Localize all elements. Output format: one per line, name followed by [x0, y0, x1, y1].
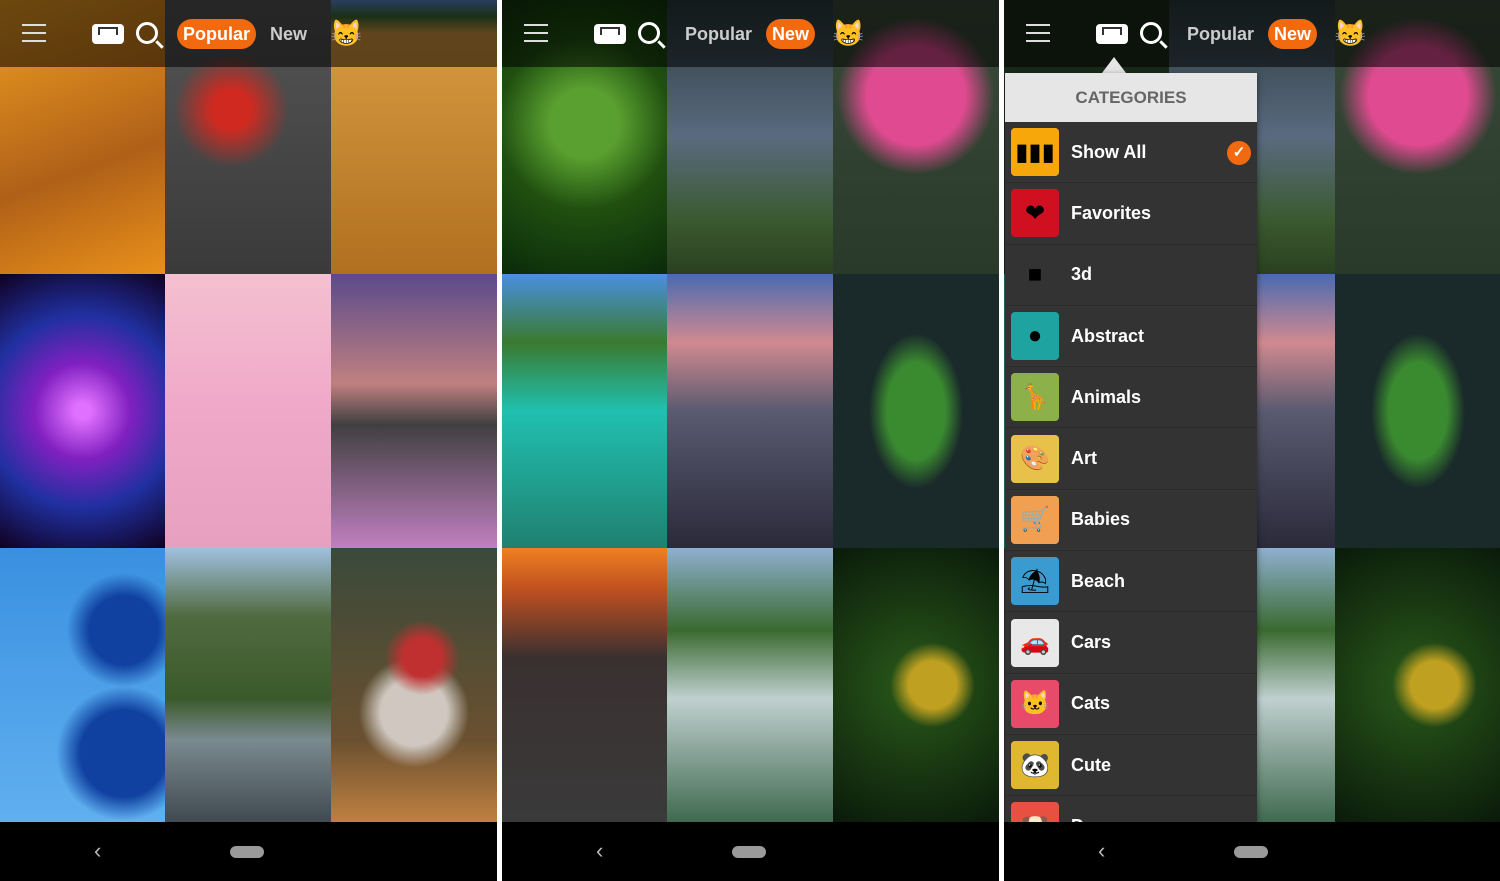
category-label: Favorites — [1071, 202, 1152, 223]
category-thumbnail-icon: 🎨 — [1011, 434, 1059, 483]
wallpaper-fern[interactable] — [833, 274, 999, 548]
system-nav-bar: ‹ — [0, 822, 497, 881]
category-item-beach[interactable]: ⛱ Beach — [1005, 551, 1257, 613]
categories-tray-icon[interactable] — [594, 24, 626, 44]
home-pill[interactable] — [1234, 846, 1268, 858]
search-icon[interactable] — [136, 22, 158, 44]
screen-new: Popular New 😸 ‹ — [502, 0, 999, 881]
category-thumbnail-icon: 🚗 — [1011, 618, 1059, 667]
system-nav-bar: ‹ — [502, 822, 999, 881]
wallpaper-purple-swirl[interactable] — [0, 274, 165, 548]
home-pill[interactable] — [732, 846, 766, 858]
wallpaper-ornaments[interactable] — [0, 548, 165, 822]
categories-tray-icon[interactable] — [92, 24, 124, 44]
wallpaper-city[interactable] — [667, 274, 833, 548]
wallpaper-lagoon[interactable] — [502, 274, 667, 548]
back-icon[interactable]: ‹ — [94, 838, 101, 864]
back-icon[interactable]: ‹ — [596, 838, 603, 864]
back-icon[interactable]: ‹ — [1098, 838, 1105, 864]
wallpaper-grid — [0, 0, 497, 822]
tab-popular[interactable]: Popular — [177, 19, 257, 49]
category-item-cars[interactable]: 🚗 Cars — [1005, 612, 1257, 674]
cat-mascot-icon[interactable]: 😸 — [330, 18, 362, 48]
category-item-d[interactable]: 🐶D — [1005, 796, 1257, 822]
category-item-animals[interactable]: 🦒 Animals — [1005, 367, 1257, 429]
category-item-favorites[interactable]: ❤ Favorites — [1005, 183, 1257, 245]
wallpaper-grid — [502, 0, 999, 822]
cat-mascot-icon[interactable]: 😸 — [832, 18, 864, 48]
category-item-3d[interactable]: ■ 3d — [1005, 245, 1257, 306]
category-thumbnail-icon: ● — [1011, 312, 1059, 361]
cat-mascot-icon[interactable]: 😸 — [1334, 18, 1366, 48]
category-item-cute[interactable]: 🐼 Cute — [1005, 735, 1257, 797]
wallpaper-stadium[interactable] — [502, 548, 667, 822]
search-icon[interactable] — [1140, 22, 1162, 44]
wallpaper-venice[interactable] — [331, 274, 497, 548]
tab-new[interactable]: New — [264, 19, 313, 49]
hamburger-menu-icon[interactable] — [22, 24, 46, 42]
category-thumbnail-icon: 🐱 — [1011, 679, 1059, 728]
tab-popular[interactable]: Popular — [679, 19, 758, 49]
category-thumbnail-icon: ❤ — [1011, 189, 1059, 238]
categories-list[interactable]: ▮▮▮ Show All ✓ ❤ Favorites ■ 3d ● Abstract 🦒 Anima… — [1005, 122, 1257, 822]
category-item-show-all[interactable]: ▮▮▮ Show All ✓ — [1005, 122, 1257, 184]
category-label: Animals — [1071, 386, 1142, 407]
wallpaper-waterfall[interactable] — [667, 548, 833, 822]
top-bar: Popular New 😸 — [1004, 0, 1500, 67]
dropdown-pointer — [1102, 57, 1126, 73]
wallpaper-river[interactable] — [165, 548, 331, 822]
category-item-art[interactable]: 🎨 Art — [1005, 428, 1257, 490]
wallpaper-hamster[interactable] — [331, 548, 497, 822]
categories-dropdown: CATEGORIES ▮▮▮ Show All ✓ ❤ Favorites ■ 3d ● Abs… — [1005, 73, 1257, 822]
categories-tray-icon[interactable] — [1096, 24, 1128, 44]
tab-new[interactable]: New — [766, 19, 816, 49]
category-thumbnail-icon: 🛒 — [1011, 495, 1059, 544]
top-bar: Popular New 😸 — [0, 0, 497, 67]
category-label: Cute — [1071, 754, 1111, 775]
top-bar: Popular New 😸 — [502, 0, 999, 67]
hamburger-menu-icon[interactable] — [1026, 24, 1050, 42]
category-item-cats[interactable]: 🐱 Cats — [1005, 674, 1257, 735]
category-thumbnail-icon: ▮▮▮ — [1011, 128, 1059, 177]
category-label: Show All — [1071, 141, 1147, 162]
category-thumbnail-icon: ■ — [1011, 250, 1059, 299]
category-label: Abstract — [1071, 325, 1145, 346]
category-label: Beach — [1071, 570, 1126, 591]
category-label: Cars — [1071, 632, 1112, 653]
category-label: 3d — [1071, 264, 1093, 285]
wallpaper-bird[interactable] — [1335, 548, 1500, 822]
tab-popular[interactable]: Popular — [1181, 19, 1260, 49]
wallpaper-butterfly[interactable] — [165, 274, 331, 548]
category-thumbnail-icon: 🦒 — [1011, 373, 1059, 422]
category-label: Cats — [1071, 693, 1111, 714]
wallpaper-bird[interactable] — [833, 548, 999, 822]
categories-title: CATEGORIES — [1005, 73, 1257, 122]
home-pill[interactable] — [230, 846, 264, 858]
category-thumbnail-icon: 🐼 — [1011, 741, 1059, 790]
search-icon[interactable] — [638, 22, 660, 44]
hamburger-menu-icon[interactable] — [524, 24, 548, 42]
selected-check-icon: ✓ — [1227, 141, 1251, 165]
category-label: Babies — [1071, 509, 1131, 530]
category-thumbnail-icon: 🐶 — [1011, 802, 1059, 822]
tab-new[interactable]: New — [1268, 19, 1318, 49]
category-thumbnail-icon: ⛱ — [1011, 557, 1059, 606]
system-nav-bar: ‹ — [1004, 822, 1500, 881]
category-label: Art — [1071, 448, 1097, 469]
screen-categories-open: Popular New 😸 CATEGORIES ▮▮▮ Show All ✓ ❤ Fa… — [1004, 0, 1500, 881]
wallpaper-fern[interactable] — [1335, 274, 1500, 548]
category-item-abstract[interactable]: ● Abstract — [1005, 306, 1257, 368]
category-item-babies[interactable]: 🛒 Babies — [1005, 490, 1257, 552]
screen-popular: Popular New 😸 ‹ — [0, 0, 497, 881]
